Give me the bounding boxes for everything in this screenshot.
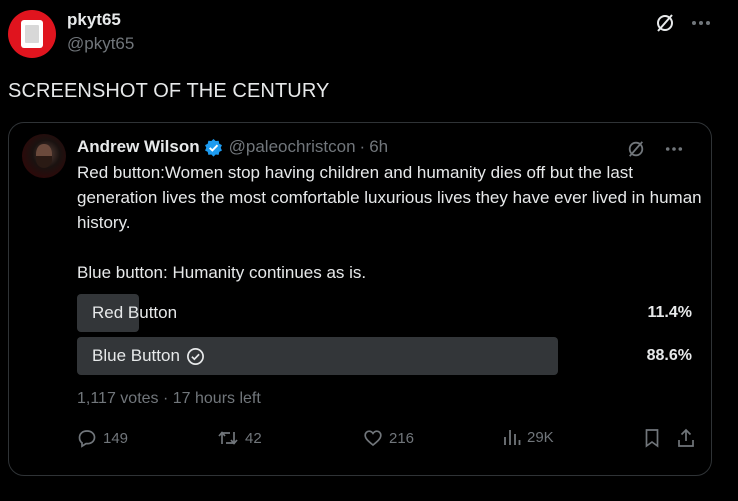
share-button[interactable] [677,428,695,448]
post-top-actions [654,12,712,34]
views-icon [503,428,521,446]
reply-icon [77,428,97,448]
share-icon [677,428,695,448]
grok-icon[interactable] [625,138,647,160]
reply-button[interactable]: 149 [77,428,128,448]
verified-badge-icon[interactable] [204,138,223,157]
poll-option-percent: 88.6% [646,347,692,364]
bookmark-icon [643,428,661,448]
avatar-beard [36,156,52,168]
poll-option-label: Blue Button [92,337,205,375]
poll-option-red[interactable]: Red Button 11.4% [77,294,692,332]
quoted-post-time[interactable]: 6h [369,137,388,157]
book-icon [21,20,43,48]
repost-count: 42 [245,429,262,447]
repost-icon [217,428,239,448]
more-options-icon[interactable] [663,138,685,160]
like-count: 216 [389,429,415,447]
quoted-top-actions [625,138,685,160]
quoted-body-paragraph: Red button:Women stop having children an… [77,163,702,232]
views-button[interactable]: 29K [503,428,554,446]
quoted-post-header: Andrew Wilson @paleochristcon · 6h [77,137,388,157]
author-avatar[interactable] [8,10,56,58]
check-circle-icon [186,347,205,366]
like-button[interactable]: 216 [363,428,414,448]
poll-option-label: Red Button [92,303,178,322]
poll-meta: 1,117 votes · 17 hours left [77,390,261,407]
grok-icon[interactable] [654,12,676,34]
repost-button[interactable]: 42 [217,428,262,448]
header-separator: · [359,137,366,156]
heart-icon [363,428,383,448]
author-handle[interactable]: @pkyt65 [67,34,134,54]
poll-option-blue[interactable]: Blue Button 88.6% [77,337,692,375]
quoted-post-body: Red button:Women stop having children an… [77,160,702,285]
quoted-body-paragraph: Blue button: Humanity continues as is. [77,263,367,282]
reply-count: 149 [103,429,129,447]
quoted-author-name[interactable]: Andrew Wilson [77,137,200,157]
quoted-author-handle[interactable]: @paleochristcon [229,137,356,157]
more-options-icon[interactable] [690,12,712,34]
action-bar: 149 42 216 29K [77,428,695,450]
author-display-name[interactable]: pkyt65 [67,10,121,30]
poll-option-percent: 11.4% [647,304,692,321]
quoted-post-card[interactable]: Andrew Wilson @paleochristcon · 6h Red b… [8,122,712,476]
views-count: 29K [527,428,554,446]
post-text: SCREENSHOT OF THE CENTURY [8,80,330,102]
quoted-author-avatar[interactable] [22,134,66,178]
bookmark-button[interactable] [643,428,661,448]
